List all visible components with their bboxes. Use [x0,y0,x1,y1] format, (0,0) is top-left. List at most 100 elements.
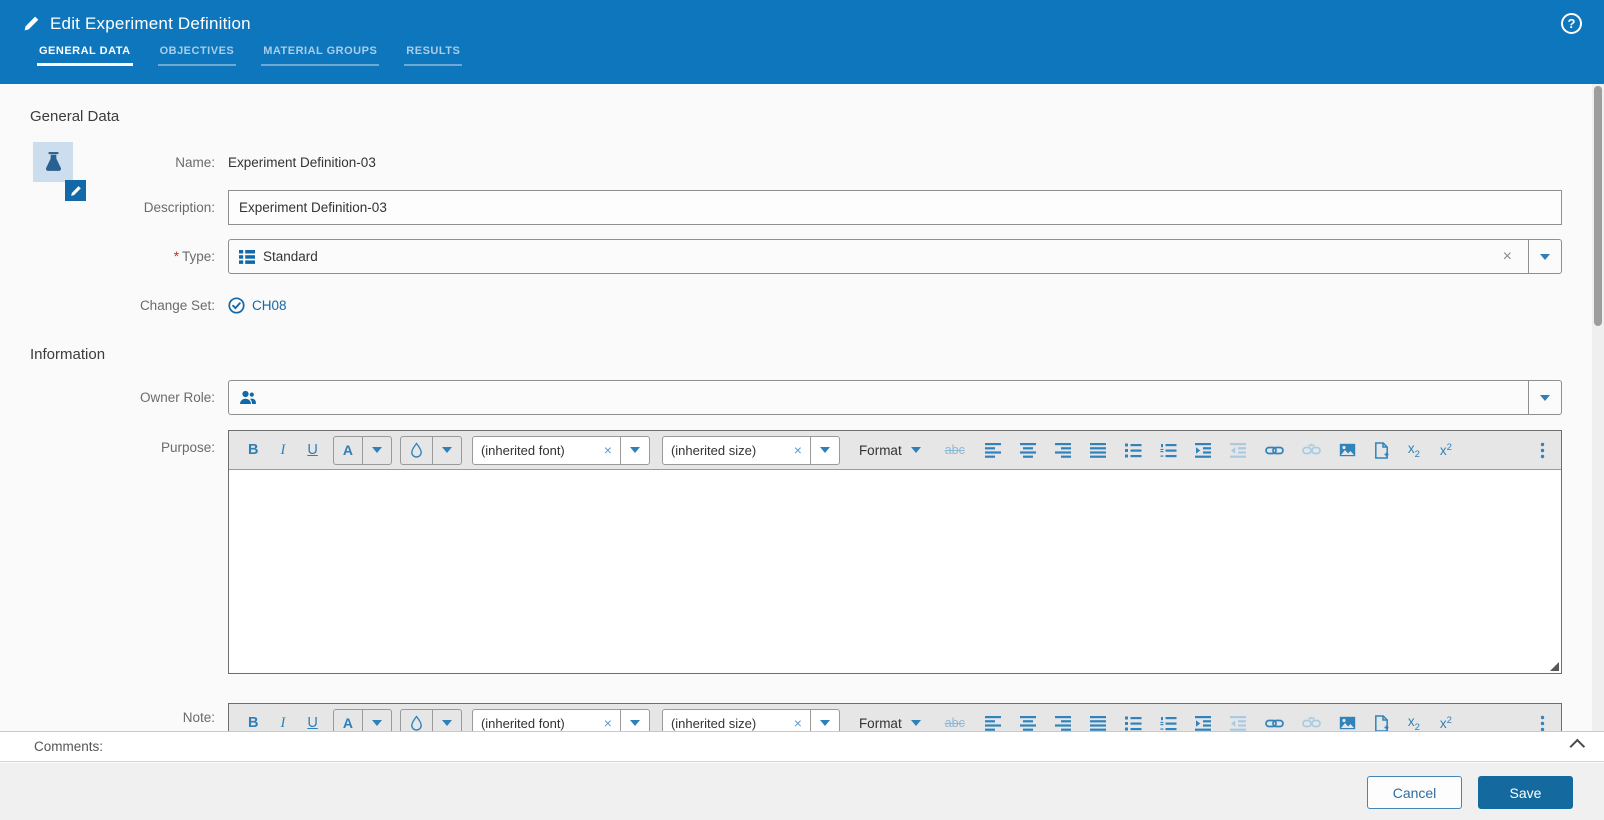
numbered-list-button[interactable] [1160,443,1177,458]
image-button[interactable] [1339,443,1356,457]
align-right-button[interactable] [1054,715,1072,731]
tab-material-groups[interactable]: MATERIAL GROUPS [261,45,380,66]
comments-bar[interactable]: Comments: [0,731,1604,762]
align-left-button[interactable] [984,715,1002,731]
type-list-icon [239,249,255,264]
outdent-button[interactable] [1229,715,1247,731]
font-size-combo[interactable]: (inherited size) × [661,708,840,731]
font-name-dropdown[interactable] [619,436,649,464]
insert-document-button[interactable] [1374,441,1389,459]
clear-icon[interactable]: × [786,710,810,731]
font-color-button[interactable]: A [332,708,392,731]
note-toolbar: B I U A (inherited font) × (inherited si… [229,704,1561,731]
name-value: Experiment Definition-03 [228,154,376,170]
superscript-button[interactable]: x2 [1440,442,1452,458]
chevron-down-icon [371,720,382,726]
bold-button[interactable]: B [237,715,269,731]
owner-role-row: Owner Role: [0,380,1592,415]
strikethrough-button[interactable]: abc [945,443,965,457]
indent-button[interactable] [1194,442,1212,458]
flask-icon [45,151,61,171]
numbered-list-button[interactable] [1160,716,1177,731]
clear-icon[interactable]: × [596,710,620,731]
align-center-button[interactable] [1019,715,1037,731]
resize-handle[interactable] [1550,662,1559,671]
edit-badge-icon[interactable] [65,180,86,201]
clear-icon[interactable]: × [786,437,810,464]
save-button[interactable]: Save [1478,776,1573,809]
highlight-color-button[interactable] [399,708,462,732]
subscript-button[interactable]: x2 [1408,441,1420,460]
align-center-button[interactable] [1019,442,1037,458]
clear-icon[interactable]: × [596,437,620,464]
tab-results[interactable]: RESULTS [404,45,463,66]
link-button[interactable] [1265,717,1284,730]
vertical-scrollbar[interactable] [1592,84,1604,732]
outdent-button[interactable] [1229,442,1247,458]
comments-label: Comments: [34,739,104,754]
font-color-button[interactable]: A [332,435,392,465]
underline-button[interactable]: U [296,715,328,731]
underline-button[interactable]: U [296,442,328,458]
more-options-button[interactable] [1540,715,1545,732]
purpose-text-area[interactable] [229,470,1561,673]
description-input[interactable] [228,190,1562,225]
owner-role-dropdown-button[interactable] [1528,381,1561,414]
highlight-color-dropdown[interactable] [431,709,461,731]
name-row: Name: Experiment Definition-03 [0,153,1592,171]
font-size-dropdown[interactable] [809,709,839,731]
superscript-button[interactable]: x2 [1440,715,1452,731]
changeset-label: Change Set: [139,297,215,313]
font-name-dropdown[interactable] [619,709,649,731]
cancel-button[interactable]: Cancel [1367,776,1462,809]
highlight-color-button[interactable] [399,435,462,465]
clear-icon[interactable]: × [1497,248,1518,266]
scrollbar-thumb[interactable] [1594,86,1602,326]
person-icon [240,390,256,404]
justify-button[interactable] [1089,442,1107,458]
purpose-editor: B I U A (inherited font) × (inherited si… [228,430,1562,674]
font-size-combo[interactable]: (inherited size) × [661,435,840,465]
align-left-button[interactable] [984,442,1002,458]
align-right-button[interactable] [1054,442,1072,458]
highlight-color-dropdown[interactable] [431,436,461,464]
type-combo[interactable]: Standard × [228,239,1562,274]
justify-button[interactable] [1089,715,1107,731]
format-dropdown[interactable]: Format [859,443,921,458]
strikethrough-button[interactable]: abc [945,716,965,730]
purpose-label: Purpose: [160,440,215,455]
page-title: Edit Experiment Definition [50,13,251,33]
format-dropdown[interactable]: Format [859,716,921,731]
tab-general-data[interactable]: GENERAL DATA [37,45,133,66]
insert-document-button[interactable] [1374,714,1389,731]
note-editor: B I U A (inherited font) × (inherited si… [228,703,1562,731]
more-options-button[interactable] [1540,442,1545,459]
help-icon[interactable]: ? [1561,13,1582,34]
owner-role-combo[interactable] [228,380,1562,415]
droplet-icon [401,710,432,732]
font-size-dropdown[interactable] [809,436,839,464]
bold-button[interactable]: B [237,442,269,458]
font-name-combo[interactable]: (inherited font) × [471,435,650,465]
tab-objectives[interactable]: OBJECTIVES [157,45,237,66]
bullet-list-button[interactable] [1124,443,1142,458]
italic-button[interactable]: I [269,442,296,459]
italic-button[interactable]: I [269,715,296,732]
entity-icon-tile [33,142,86,201]
chevron-down-icon [441,720,452,726]
unlink-button[interactable] [1302,443,1321,457]
collapse-chevron-icon[interactable] [1569,738,1586,755]
bullet-list-button[interactable] [1124,716,1142,731]
font-color-dropdown[interactable] [361,709,391,731]
subscript-button[interactable]: x2 [1408,714,1420,732]
font-name-combo[interactable]: (inherited font) × [471,708,650,731]
edit-pencil-icon [23,15,41,33]
unlink-button[interactable] [1302,716,1321,730]
changeset-link[interactable]: CH08 [252,298,287,313]
link-button[interactable] [1265,444,1284,457]
main-content: General Data Name: Experiment Definition… [0,84,1592,820]
font-color-dropdown[interactable] [361,436,391,464]
indent-button[interactable] [1194,715,1212,731]
type-dropdown-button[interactable] [1528,240,1561,273]
image-button[interactable] [1339,716,1356,730]
